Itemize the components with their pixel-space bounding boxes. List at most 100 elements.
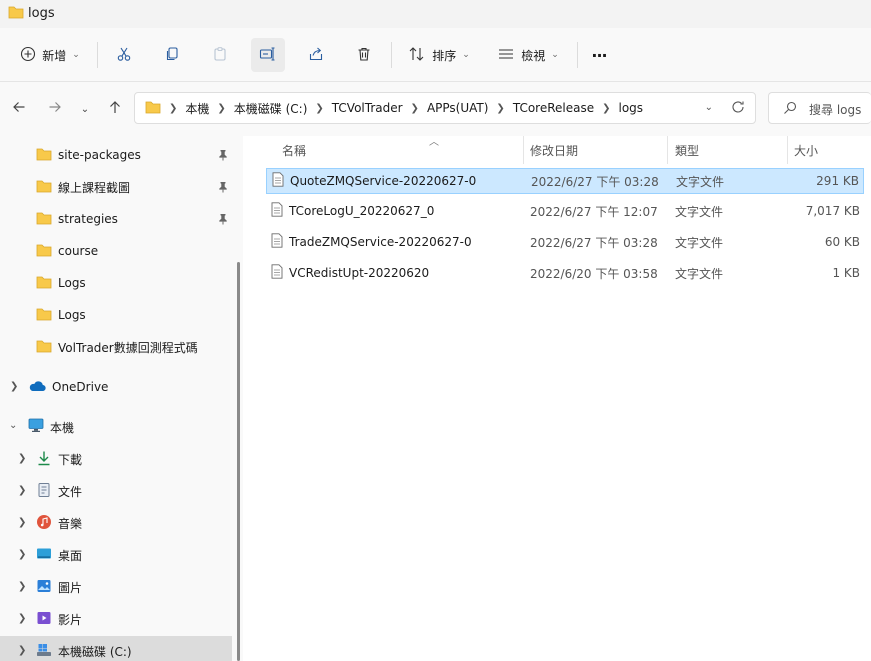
file-name-cell: VCRedistUpt-20220620: [271, 261, 429, 285]
pin-icon: [218, 149, 228, 164]
breadcrumb-tcvoltrader[interactable]: TCVolTrader: [332, 101, 403, 115]
chevron-right-icon[interactable]: ❯: [18, 581, 26, 592]
sidebar-quick-access-item[interactable]: Logs: [0, 300, 232, 330]
file-row[interactable]: VCRedistUpt-20220620 2022/6/20 下午 03:58 …: [266, 261, 864, 287]
search-box[interactable]: 搜尋 logs: [768, 92, 871, 124]
separator: [577, 42, 578, 68]
music-icon: [36, 514, 52, 533]
folder-icon: [36, 211, 52, 228]
sidebar-item-pc-child[interactable]: ❯ 本機磁碟 (C:): [0, 636, 232, 661]
column-header-date[interactable]: 修改日期: [530, 136, 666, 164]
copy-button[interactable]: [156, 38, 188, 72]
column-header-type-label: 類型: [675, 143, 700, 158]
new-button[interactable]: 新增 ⌄: [12, 38, 88, 72]
desktop-icon: [36, 546, 52, 565]
sidebar-item-label: 影片: [58, 612, 83, 627]
navigation-pane: site-packages 線上課程截圖 strategies course L…: [0, 136, 243, 661]
file-name-cell: QuoteZMQService-20220627-0: [272, 169, 476, 193]
file-list: 名稱 ︿ 修改日期 類型 大小 QuoteZMQService-20220627…: [248, 136, 871, 661]
file-name: TradeZMQService-20220627-0: [289, 235, 472, 249]
file-date: 2022/6/27 下午 03:28: [531, 174, 659, 189]
address-bar[interactable]: ❯ 本機 ❯ 本機磁碟 (C:) ❯ TCVolTrader ❯ APPs(UA…: [134, 92, 756, 124]
sidebar-quick-access-item[interactable]: 線上課程截圖: [0, 172, 232, 202]
pictures-icon: [36, 578, 52, 597]
sidebar-item-onedrive[interactable]: ❯ OneDrive: [0, 372, 232, 402]
refresh-button[interactable]: [731, 100, 745, 117]
sidebar-item-pc-child[interactable]: ❯ 圖片: [0, 572, 232, 602]
breadcrumb-tcorerelease[interactable]: TCoreRelease: [513, 101, 594, 115]
sidebar-item-label: 文件: [58, 484, 83, 499]
sidebar-item-pc-child[interactable]: ❯ 音樂: [0, 508, 232, 538]
sort-button[interactable]: 排序 ⌄: [401, 38, 477, 72]
chevron-down-icon: ⌄: [551, 50, 559, 60]
pin-icon: [218, 181, 228, 196]
chevron-right-icon[interactable]: ❯: [18, 645, 26, 656]
arrow-up-icon: [108, 100, 122, 118]
address-history-button[interactable]: ⌄: [705, 102, 713, 113]
chevron-right-icon[interactable]: ❯: [10, 381, 18, 392]
file-type: 文字文件: [675, 266, 724, 281]
command-bar: 新增 ⌄ 排序 ⌄ 檢視 ⌄ ···: [0, 28, 871, 82]
column-header-size[interactable]: 大小: [794, 136, 864, 164]
cut-button[interactable]: [108, 38, 140, 72]
breadcrumb-logs[interactable]: logs: [619, 101, 644, 115]
sidebar-item-pc-child[interactable]: ❯ 影片: [0, 604, 232, 634]
clipboard-icon: [212, 46, 228, 65]
chevron-right-icon[interactable]: ❯: [18, 517, 26, 528]
file-row[interactable]: TCoreLogU_20220627_0 2022/6/27 下午 12:07 …: [266, 199, 864, 225]
text-file-icon: [271, 233, 283, 251]
sidebar-item-label: 音樂: [58, 516, 83, 531]
file-size: 60 KB: [824, 235, 860, 249]
trash-icon: [356, 46, 372, 65]
sidebar-quick-access-item[interactable]: strategies: [0, 204, 232, 234]
column-divider[interactable]: [667, 136, 668, 164]
column-header-type[interactable]: 類型: [675, 136, 785, 164]
rename-button[interactable]: [251, 38, 285, 72]
breadcrumb: ❯ 本機 ❯ 本機磁碟 (C:) ❯ TCVolTrader ❯ APPs(UA…: [145, 93, 643, 123]
sidebar-quick-access-item[interactable]: Logs: [0, 268, 232, 298]
chevron-right-icon: ❯: [315, 102, 324, 114]
file-size: 291 KB: [816, 174, 859, 188]
file-size: 7,017 KB: [805, 204, 860, 218]
sidebar-quick-access-item[interactable]: course: [0, 236, 232, 266]
more-options-button[interactable]: ···: [584, 38, 614, 72]
column-divider[interactable]: [787, 136, 788, 164]
sidebar-item-label: 圖片: [58, 580, 83, 595]
download-icon: [36, 450, 52, 469]
sidebar-quick-access-item[interactable]: VolTrader數據回測程式碼: [0, 332, 232, 362]
forward-button[interactable]: [44, 98, 66, 120]
column-divider[interactable]: [523, 136, 524, 164]
sidebar-item-label: 本機: [50, 420, 75, 435]
up-button[interactable]: [104, 98, 126, 120]
title-bar: logs: [0, 0, 871, 28]
sidebar-item-pc-child[interactable]: ❯ 下載: [0, 444, 232, 474]
recent-locations-button[interactable]: ⌄: [74, 98, 96, 120]
chevron-right-icon[interactable]: ❯: [18, 485, 26, 496]
sidebar-item-label: Logs: [58, 308, 86, 322]
folder-icon: [36, 307, 52, 324]
sidebar-item-this-pc[interactable]: ⌄ 本機: [0, 412, 232, 442]
file-row[interactable]: TradeZMQService-20220627-0 2022/6/27 下午 …: [266, 230, 864, 256]
paste-button[interactable]: [204, 38, 236, 72]
column-header-name[interactable]: 名稱 ︿: [282, 136, 522, 164]
share-button[interactable]: [300, 38, 332, 72]
breadcrumb-apps-uat[interactable]: APPs(UAT): [427, 101, 488, 115]
breadcrumb-this-pc[interactable]: 本機: [185, 100, 209, 117]
sidebar-item-pc-child[interactable]: ❯ 文件: [0, 476, 232, 506]
sidebar-quick-access-item[interactable]: site-packages: [0, 140, 232, 170]
breadcrumb-drive-c[interactable]: 本機磁碟 (C:): [234, 100, 308, 117]
chevron-right-icon[interactable]: ❯: [18, 549, 26, 560]
delete-button[interactable]: [348, 38, 380, 72]
file-row[interactable]: QuoteZMQService-20220627-0 2022/6/27 下午 …: [266, 168, 864, 194]
chevron-down-icon[interactable]: ⌄: [9, 420, 17, 431]
chevron-right-icon[interactable]: ❯: [18, 613, 26, 624]
view-button[interactable]: 檢視 ⌄: [489, 38, 567, 72]
sidebar-item-pc-child[interactable]: ❯ 桌面: [0, 540, 232, 570]
arrow-left-icon: [12, 100, 26, 118]
sidebar-item-label: site-packages: [58, 148, 141, 162]
chevron-right-icon[interactable]: ❯: [18, 453, 26, 464]
sidebar-scrollbar[interactable]: [237, 262, 240, 661]
file-type: 文字文件: [675, 235, 724, 250]
sidebar-item-label: 本機磁碟 (C:): [58, 644, 132, 659]
back-button[interactable]: [8, 98, 30, 120]
